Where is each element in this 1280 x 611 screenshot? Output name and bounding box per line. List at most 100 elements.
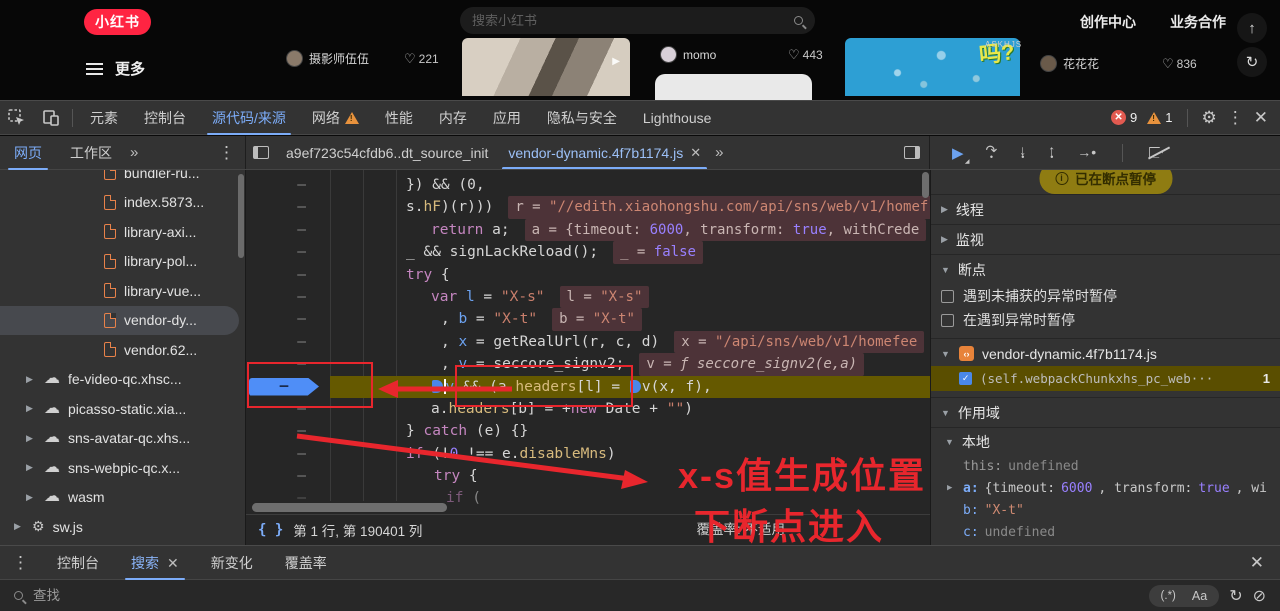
expand-icon[interactable]: ▶	[14, 521, 24, 532]
execution-line[interactable]: ––v && (a.headers[l] = v(x, f),	[246, 376, 930, 398]
step-out-button[interactable]: ↑•	[1048, 146, 1055, 160]
expand-icon[interactable]: ▶	[26, 433, 36, 444]
panel-tab-工作区[interactable]: 工作区	[56, 136, 126, 170]
close-tab-icon[interactable]: ✕	[167, 555, 179, 572]
code-line[interactable]: –return a;a = {timeout: 6000, transform:…	[246, 219, 930, 241]
expand-icon[interactable]: ▶	[26, 403, 36, 414]
drawer-menu-icon[interactable]: ⋮	[0, 553, 41, 573]
site-search-input[interactable]	[472, 13, 794, 28]
drawer-search-input[interactable]	[33, 588, 1139, 603]
line-gutter[interactable]: –	[246, 219, 324, 241]
tab-元素[interactable]: 元素	[77, 101, 131, 135]
search-refresh-icon[interactable]: ↻	[1229, 586, 1242, 606]
like-count[interactable]: ♡ 443	[788, 47, 823, 63]
expand-icon[interactable]: ▶	[26, 492, 36, 503]
tree-item[interactable]: index.5873...	[0, 188, 245, 218]
tree-item[interactable]: ▶☁picasso-static.xia...	[0, 394, 245, 424]
step-over-button[interactable]: ↷•	[986, 146, 998, 160]
tab-内存[interactable]: 内存	[426, 101, 480, 135]
xiaohongshu-logo[interactable]: 小红书	[84, 9, 151, 35]
deactivate-breakpoints-button[interactable]	[1149, 146, 1169, 160]
drawer-tab-搜索[interactable]: 搜索✕	[115, 546, 195, 580]
line-gutter[interactable]: –	[246, 398, 324, 420]
close-tab-icon[interactable]: ✕	[690, 145, 701, 161]
step-into-button[interactable]: ↓•	[1019, 146, 1026, 160]
code-line[interactable]: –, x = getRealUrl(r, c, d)x = "/api/sns/…	[246, 331, 930, 353]
line-gutter[interactable]: –	[246, 196, 324, 218]
code-line[interactable]: –} catch (e) {}	[246, 420, 930, 442]
inspect-element-button[interactable]	[0, 101, 34, 135]
pause-uncaught-option[interactable]: 遇到未捕获的异常时暂停	[931, 284, 1280, 308]
more-file-tabs-chevron[interactable]: »	[711, 144, 727, 161]
drawer-close-icon[interactable]: ✕	[1250, 553, 1280, 573]
inline-breakpoint-icon[interactable]	[432, 380, 443, 393]
expand-icon[interactable]: ▶	[947, 483, 957, 493]
section-threads[interactable]: ▶ 线程	[931, 194, 1280, 224]
code-line[interactable]: –s.hF)(r)))r = "//edith.xiaohongshu.com/…	[246, 196, 930, 218]
cat-photo-thumbnail[interactable]: ▶	[462, 38, 630, 96]
tree-item[interactable]: vendor.62...	[0, 335, 245, 365]
note-card[interactable]	[655, 74, 812, 100]
tree-item[interactable]: library-pol...	[0, 247, 245, 277]
code-line[interactable]: –a.headers[b] = +new Date + "")	[246, 398, 930, 420]
tree-item[interactable]: library-vue...	[0, 276, 245, 306]
scroll-top-button[interactable]: ↑	[1237, 13, 1267, 43]
file-tab[interactable]: a9ef723c54cfdb6..dt_source_init	[276, 136, 498, 169]
line-gutter[interactable]: –	[246, 308, 324, 330]
line-gutter[interactable]: –	[246, 353, 324, 375]
scope-variable[interactable]: c:undefined	[931, 521, 1280, 543]
expand-icon[interactable]: ▶	[26, 374, 36, 385]
device-toolbar-button[interactable]	[34, 101, 68, 135]
breakpoint-entry[interactable]: ✓ (self.webpackChunkxhs_pc_web··· 1	[931, 366, 1280, 391]
regex-toggle[interactable]: (.*)	[1161, 590, 1176, 602]
horizontal-scrollbar[interactable]	[252, 503, 447, 512]
like-count[interactable]: ♡ 836	[1162, 56, 1197, 72]
tab-性能[interactable]: 性能	[372, 101, 426, 135]
drawer-tab-覆盖率[interactable]: 覆盖率	[269, 546, 343, 580]
settings-gear-icon[interactable]: ⚙	[1202, 108, 1217, 128]
drawer-tab-控制台[interactable]: 控制台	[41, 546, 115, 580]
pause-caught-option[interactable]: 在遇到异常时暂停	[931, 308, 1280, 332]
code-line[interactable]: –if (!0 !== e.disableMns)	[246, 443, 930, 465]
refresh-feed-button[interactable]: ↻	[1237, 47, 1267, 77]
user-card[interactable]: 摄影师伍伍	[286, 50, 369, 67]
more-tabs-chevron[interactable]: »	[126, 144, 142, 161]
step-button[interactable]: →•	[1077, 148, 1096, 157]
line-gutter[interactable]: ––	[246, 376, 324, 398]
code-line[interactable]: –try {	[246, 264, 930, 286]
line-gutter[interactable]: –	[246, 331, 324, 353]
expand-icon[interactable]: ▶	[26, 462, 36, 473]
error-count-badge[interactable]: ✕ 9	[1111, 110, 1137, 125]
line-gutter[interactable]: –	[246, 286, 324, 308]
user-card[interactable]: 花花花	[1040, 55, 1099, 72]
tree-item[interactable]: bundler-ru...	[0, 170, 245, 188]
section-watch[interactable]: ▶ 监视	[931, 224, 1280, 254]
pretty-print-icon[interactable]: { }	[258, 522, 283, 538]
panel-tab-网页[interactable]: 网页	[0, 136, 56, 170]
search-clear-icon[interactable]: ⊘	[1253, 586, 1266, 606]
code-line[interactable]: –_ && signLackReload();_ = false	[246, 241, 930, 263]
tree-item[interactable]: ▶☁sns-avatar-qc.xhs...	[0, 424, 245, 454]
creator-center-link[interactable]: 创作中心	[1080, 12, 1136, 32]
line-gutter[interactable]: –	[246, 174, 324, 196]
inline-breakpoint-icon[interactable]	[630, 380, 641, 393]
vertical-scrollbar[interactable]	[922, 172, 929, 198]
line-gutter[interactable]: –	[246, 465, 324, 487]
section-scope[interactable]: ▼ 作用域	[931, 397, 1280, 427]
code-line[interactable]: –, v = seccore_signv2;v = ƒ seccore_sign…	[246, 353, 930, 375]
line-gutter[interactable]: –	[246, 264, 324, 286]
like-count[interactable]: ♡ 221	[404, 51, 439, 67]
resume-script-button[interactable]: ▶	[952, 144, 964, 162]
tree-item[interactable]: ▶⚙sw.js	[0, 512, 245, 542]
checkbox[interactable]	[941, 314, 954, 327]
code-line[interactable]: –, b = "X-t"b = "X-t"	[246, 308, 930, 330]
scope-local-group[interactable]: ▼ 本地	[931, 427, 1280, 455]
line-gutter[interactable]: –	[246, 241, 324, 263]
business-link[interactable]: 业务合作	[1170, 12, 1226, 32]
code-line[interactable]: –var l = "X-s"l = "X-s"	[246, 286, 930, 308]
tab-隐私与安全[interactable]: 隐私与安全	[534, 101, 630, 135]
line-gutter[interactable]: –	[246, 443, 324, 465]
site-search[interactable]	[460, 7, 815, 34]
warning-count-badge[interactable]: ! 1	[1147, 110, 1172, 125]
match-case-toggle[interactable]: Aa	[1192, 589, 1207, 603]
